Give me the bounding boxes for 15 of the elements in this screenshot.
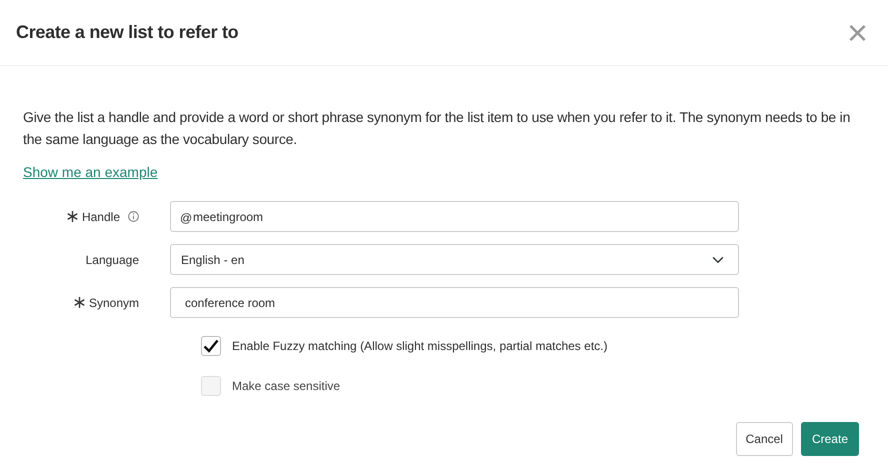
example-link[interactable]: Show me an example — [23, 164, 158, 180]
prefix-text: @ — [180, 210, 192, 227]
synonym-field[interactable]: conference room — [170, 287, 739, 318]
info-icon[interactable] — [128, 211, 139, 222]
field-label: Handle — [82, 208, 120, 226]
checkbox[interactable] — [201, 336, 221, 356]
cancel-button[interactable]: Cancel — [736, 422, 793, 456]
field-label: Language — [86, 252, 139, 268]
checkbox-label: Make case sensitive — [232, 378, 340, 395]
language-select[interactable]: English - en — [170, 244, 739, 275]
dialog-title: Create a new list to refer to — [16, 22, 238, 44]
create-button[interactable]: Create — [800, 422, 859, 456]
field-label: Synonym — [88, 294, 139, 312]
description-text: Give the list a handle and provide a word or short phrase synonym for the list item to use when you refer to it. The synonym needs to be in the same language as the vocabulary source. — [23, 108, 852, 149]
checkbox-label: Enable Fuzzy matching (Allow slight misspellings, partial matches etc.) — [232, 338, 608, 355]
